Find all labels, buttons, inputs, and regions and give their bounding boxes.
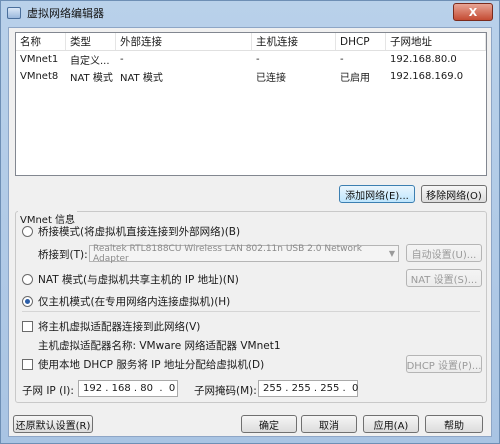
column-header-external[interactable]: 外部连接	[116, 33, 252, 50]
nat-label: NAT 模式(与虚拟机共享主机的 IP 地址)(N)	[38, 274, 239, 286]
connect-adapter-checkbox[interactable]	[22, 321, 33, 332]
add-network-button[interactable]: 添加网络(E)...	[339, 185, 415, 203]
adapter-name-label: 主机虚拟适配器名称: VMware 网络适配器 VMnet1	[38, 340, 281, 352]
cell-name: VMnet8	[20, 71, 59, 82]
column-header-name[interactable]: 名称	[16, 33, 66, 50]
column-header-subnet[interactable]: 子网地址	[386, 33, 486, 50]
cell-subnet: 192.168.169.0	[390, 71, 464, 82]
table-header: 名称 类型 外部连接 主机连接 DHCP 子网地址	[16, 33, 486, 51]
subnet-mask-label: 子网掩码(M):	[194, 385, 257, 397]
cell-subnet: 192.168.80.0	[390, 54, 457, 65]
vmnet-info-group: VMnet 信息 桥接模式(将虚拟机直接连接到外部网络)(B) 桥接到(T): …	[15, 211, 487, 403]
window-title: 虚拟网络编辑器	[27, 7, 104, 20]
apply-button[interactable]: 应用(A)	[363, 415, 419, 433]
cell-dhcp: -	[340, 54, 344, 65]
nat-mode-option[interactable]: NAT 模式(与虚拟机共享主机的 IP 地址)(N)	[22, 272, 239, 287]
network-table[interactable]: 名称 类型 外部连接 主机连接 DHCP 子网地址 VMnet1 自定义... …	[15, 32, 487, 176]
column-header-host[interactable]: 主机连接	[252, 33, 336, 50]
bridged-adapter-value: Realtek RTL8188CU Wireless LAN 802.11n U…	[93, 243, 362, 264]
close-button[interactable]: X	[453, 3, 493, 21]
host-only-radio[interactable]	[22, 296, 33, 307]
host-only-label: 仅主机模式(在专用网络内连接虚拟机)(H)	[38, 296, 231, 308]
nat-settings-button[interactable]: NAT 设置(S)...	[406, 269, 482, 287]
bridged-mode-option[interactable]: 桥接模式(将虚拟机直接连接到外部网络)(B)	[22, 224, 240, 239]
help-button[interactable]: 帮助	[425, 415, 483, 433]
host-only-option[interactable]: 仅主机模式(在专用网络内连接虚拟机)(H)	[22, 294, 230, 309]
bridged-adapter-select[interactable]: Realtek RTL8188CU Wireless LAN 802.11n U…	[89, 243, 399, 264]
cell-external: NAT 模式	[120, 73, 163, 84]
use-dhcp-option[interactable]: 使用本地 DHCP 服务将 IP 地址分配给虚拟机(D)	[22, 357, 264, 372]
cell-dhcp: 已启用	[340, 73, 370, 84]
column-header-type[interactable]: 类型	[66, 33, 116, 50]
remove-network-button[interactable]: 移除网络(O)	[421, 185, 487, 203]
divider	[22, 311, 480, 312]
cell-external: -	[120, 54, 124, 65]
bridged-radio[interactable]	[22, 226, 33, 237]
cell-host: -	[256, 54, 260, 65]
bridged-label: 桥接模式(将虚拟机直接连接到外部网络)(B)	[38, 226, 241, 238]
auto-settings-button[interactable]: 自动设置(U)...	[406, 244, 482, 262]
cell-type: NAT 模式	[70, 73, 113, 84]
virtual-network-editor-window: 虚拟网络编辑器 X 名称 类型 外部连接 主机连接 DHCP 子网地址 VMne…	[0, 0, 500, 444]
subnet-ip-input[interactable]: 192 . 168 . 80 . 0	[78, 380, 178, 397]
cancel-button[interactable]: 取消	[301, 415, 357, 433]
bridged-to-label: 桥接到(T):	[38, 249, 88, 261]
chevron-down-icon: ▼	[388, 249, 395, 258]
dialog-body: 名称 类型 外部连接 主机连接 DHCP 子网地址 VMnet1 自定义... …	[8, 27, 492, 437]
connect-adapter-label: 将主机虚拟适配器连接到此网络(V)	[38, 321, 201, 333]
use-dhcp-label: 使用本地 DHCP 服务将 IP 地址分配给虚拟机(D)	[38, 359, 265, 371]
network-editor-icon	[7, 7, 21, 19]
subnet-mask-input[interactable]: 255 . 255 . 255 . 0	[258, 380, 358, 397]
connect-adapter-option[interactable]: 将主机虚拟适配器连接到此网络(V)	[22, 319, 200, 334]
table-row-vmnet8[interactable]: VMnet8 NAT 模式 NAT 模式 已连接 已启用 192.168.169…	[16, 68, 486, 85]
subnet-ip-label: 子网 IP (I):	[22, 385, 74, 397]
table-row-vmnet1[interactable]: VMnet1 自定义... - - - 192.168.80.0	[16, 51, 486, 68]
cell-name: VMnet1	[20, 54, 59, 65]
ok-button[interactable]: 确定	[241, 415, 297, 433]
column-header-dhcp[interactable]: DHCP	[336, 33, 386, 50]
cell-type: 自定义...	[70, 56, 110, 67]
use-dhcp-checkbox[interactable]	[22, 359, 33, 370]
restore-defaults-button[interactable]: 还原默认设置(R)	[13, 415, 93, 433]
cell-host: 已连接	[256, 73, 286, 84]
nat-radio[interactable]	[22, 274, 33, 285]
title-bar: 虚拟网络编辑器 X	[1, 1, 499, 25]
dhcp-settings-button[interactable]: DHCP 设置(P)...	[406, 355, 482, 373]
